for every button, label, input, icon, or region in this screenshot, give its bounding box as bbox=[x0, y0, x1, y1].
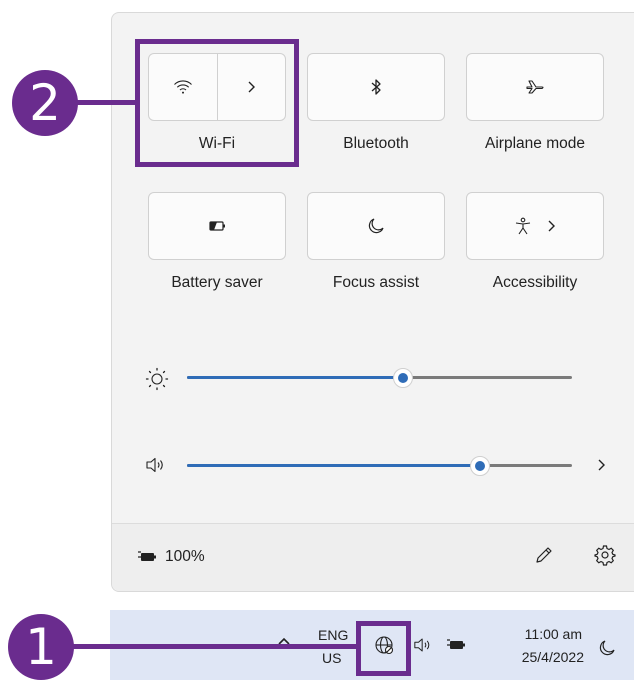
taskbar-battery-button[interactable] bbox=[445, 637, 469, 653]
volume-icon bbox=[144, 454, 170, 476]
bluetooth-label: Bluetooth bbox=[343, 135, 409, 152]
battery-percentage: 100% bbox=[165, 548, 205, 565]
moon-icon bbox=[599, 640, 615, 656]
battery-charging-icon bbox=[138, 551, 156, 561]
brightness-slider-thumb[interactable] bbox=[392, 367, 413, 388]
chevron-right-icon bbox=[548, 220, 555, 232]
volume-slider-fill bbox=[187, 464, 480, 467]
edit-quick-settings-button[interactable] bbox=[532, 543, 556, 567]
callout-2-badge: 2 bbox=[12, 70, 78, 136]
brightness-slider-fill bbox=[187, 376, 403, 379]
accessibility-label: Accessibility bbox=[492, 274, 578, 291]
network-highlight-box bbox=[356, 621, 411, 676]
battery-saver-icon bbox=[209, 221, 225, 231]
accessibility-icon bbox=[515, 217, 531, 235]
wifi-highlight-box bbox=[135, 39, 299, 167]
clock-time: 11:00 am bbox=[524, 626, 582, 642]
clock-date: 25/4/2022 bbox=[521, 649, 584, 665]
volume-expand-button[interactable] bbox=[592, 456, 610, 474]
battery-charging-icon bbox=[447, 639, 465, 649]
brightness-slider[interactable] bbox=[187, 367, 572, 388]
footer-battery-icon bbox=[136, 549, 160, 565]
bluetooth-icon bbox=[371, 79, 381, 95]
airplane-mode-tile[interactable] bbox=[466, 53, 604, 121]
bluetooth-tile[interactable] bbox=[307, 53, 445, 121]
brightness-icon bbox=[144, 366, 170, 392]
pencil-icon bbox=[536, 547, 552, 563]
region-code: US bbox=[322, 650, 342, 666]
sun-icon bbox=[145, 367, 169, 391]
battery-saver-tile[interactable] bbox=[148, 192, 286, 260]
gear-icon bbox=[594, 545, 616, 566]
focus-assist-tile[interactable] bbox=[307, 192, 445, 260]
accessibility-tile[interactable] bbox=[466, 192, 604, 260]
battery-saver-label: Battery saver bbox=[171, 274, 263, 291]
language-code: ENG bbox=[318, 627, 349, 643]
callout-1-badge: 1 bbox=[8, 614, 74, 680]
taskbar-volume-button[interactable] bbox=[412, 636, 436, 654]
moon-icon bbox=[368, 218, 384, 234]
notification-focus-button[interactable] bbox=[597, 638, 617, 658]
volume-slider-thumb[interactable] bbox=[469, 455, 490, 476]
speaker-icon bbox=[146, 457, 163, 473]
clock[interactable]: 11:00 am 25/4/2022 bbox=[500, 626, 592, 672]
airplane-mode-label: Airplane mode bbox=[485, 135, 585, 152]
volume-slider[interactable] bbox=[187, 455, 572, 476]
callout-1-line bbox=[66, 644, 359, 649]
language-indicator[interactable]: ENG US bbox=[312, 627, 352, 671]
airplane-icon bbox=[526, 80, 544, 94]
chevron-right-icon bbox=[598, 459, 605, 471]
settings-button[interactable] bbox=[593, 543, 617, 567]
focus-assist-label: Focus assist bbox=[332, 274, 420, 291]
speaker-icon bbox=[414, 638, 430, 652]
